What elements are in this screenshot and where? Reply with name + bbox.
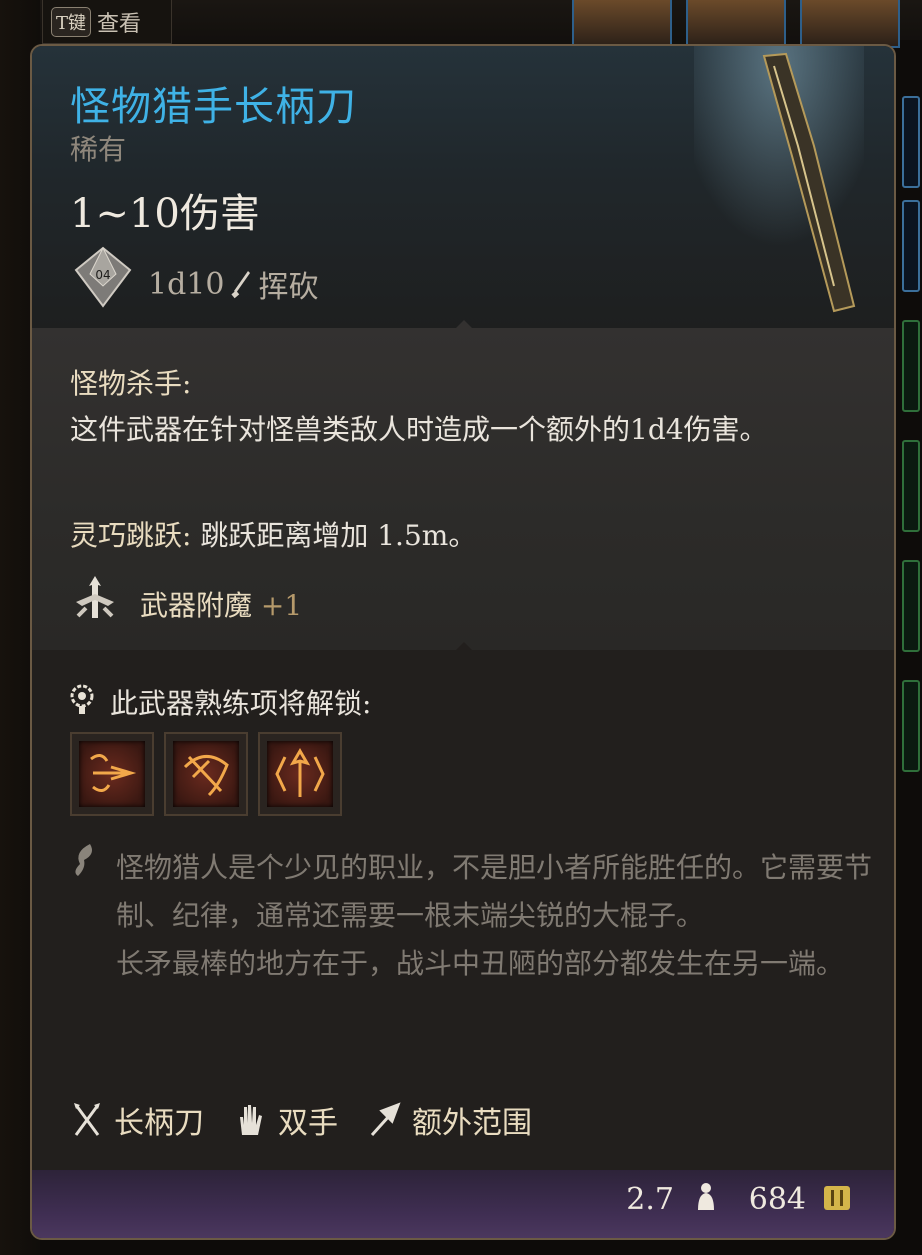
damage-range: 1~10伤害 <box>70 191 260 237</box>
section-divider <box>456 642 472 650</box>
reach-icon <box>370 1102 401 1137</box>
hotbar-slot[interactable] <box>902 200 920 292</box>
keycap: T键 <box>51 6 92 37</box>
agile-jump-line: 灵巧跳跃: 跳跃距离增加 1.5m。 <box>70 514 476 554</box>
equipment-slot[interactable] <box>686 0 786 48</box>
proficiency-icon <box>70 684 94 714</box>
damage-type: 挥砍 <box>258 270 319 305</box>
hotbar-slot[interactable] <box>902 680 920 772</box>
d10-die-icon: 04 <box>74 246 132 308</box>
hotbar-slot[interactable] <box>902 96 920 188</box>
damage-dice: 1d10 <box>148 266 225 302</box>
weapon-action-2-icon <box>183 755 229 797</box>
agile-jump-label: 灵巧跳跃: <box>70 519 192 552</box>
equipment-slot[interactable] <box>800 0 900 48</box>
enchant-line: 武器附魔 +1 <box>140 584 302 624</box>
enchant-label: 武器附魔 <box>140 589 253 622</box>
equipment-slot[interactable] <box>572 0 672 48</box>
lore-quill-icon <box>75 844 92 876</box>
passive-name: 怪物杀手: <box>70 367 192 400</box>
property-polearm[interactable]: 长柄刀 <box>70 1098 204 1142</box>
die-face-label: 04 <box>95 268 110 282</box>
weapon-action-1[interactable] <box>70 732 154 816</box>
weapon-properties: 长柄刀 双手 额外范围 <box>70 1098 562 1142</box>
item-name: 怪物猎手长柄刀 <box>70 84 357 130</box>
item-tooltip: 怪物猎手长柄刀 稀有 1~10伤害 04 1d10 挥砍 怪物杀手: 这件武器在… <box>30 44 896 1240</box>
tooltip-footer <box>32 1170 894 1238</box>
slashing-icon <box>231 271 251 299</box>
weapon-action-3[interactable] <box>258 732 342 816</box>
weapon-action-3-icon <box>275 748 325 797</box>
agile-jump-text: 跳跃距离增加 1.5m。 <box>200 519 477 552</box>
property-label: 双手 <box>278 1106 338 1141</box>
flavor-paragraph-1: 怪物猎人是个少见的职业，不是胆小者所能胜任的。它需要节制、纪律，通常还需要一根末… <box>116 851 873 932</box>
two-handed-icon <box>240 1105 262 1135</box>
property-two-handed[interactable]: 双手 <box>234 1098 338 1142</box>
examine-label: 查看 <box>97 11 142 37</box>
weapon-action-1-icon <box>90 754 137 792</box>
enchant-value: +1 <box>260 589 303 622</box>
flavor-text: 怪物猎人是个少见的职业，不是胆小者所能胜任的。它需要节制、纪律，通常还需要一根末… <box>116 844 876 988</box>
property-reach[interactable]: 额外范围 <box>368 1098 532 1142</box>
item-rarity: 稀有 <box>70 133 127 166</box>
hotbar-slot[interactable] <box>902 560 920 652</box>
section-divider <box>456 320 472 328</box>
proficiency-label: 此武器熟练项将解锁: <box>110 687 372 720</box>
damage-dice-row: 1d10 挥砍 <box>148 262 318 306</box>
polearm-icon <box>74 1103 100 1136</box>
examine-hint[interactable]: T键 查看 <box>42 0 172 44</box>
item-sword-image <box>694 46 864 336</box>
weapon-action-2[interactable] <box>164 732 248 816</box>
hotbar-slot[interactable] <box>902 320 920 412</box>
flavor-paragraph-2: 长矛最棒的地方在于，战斗中丑陋的部分都发生在另一端。 <box>116 947 845 980</box>
hotbar-slot[interactable] <box>902 440 920 532</box>
enchant-icon <box>76 576 114 618</box>
property-label: 额外范围 <box>412 1106 532 1141</box>
property-label: 长柄刀 <box>114 1106 204 1141</box>
passive-description: 这件武器在针对怪兽类敌人时造成一个额外的1d4伤害。 <box>70 413 768 446</box>
